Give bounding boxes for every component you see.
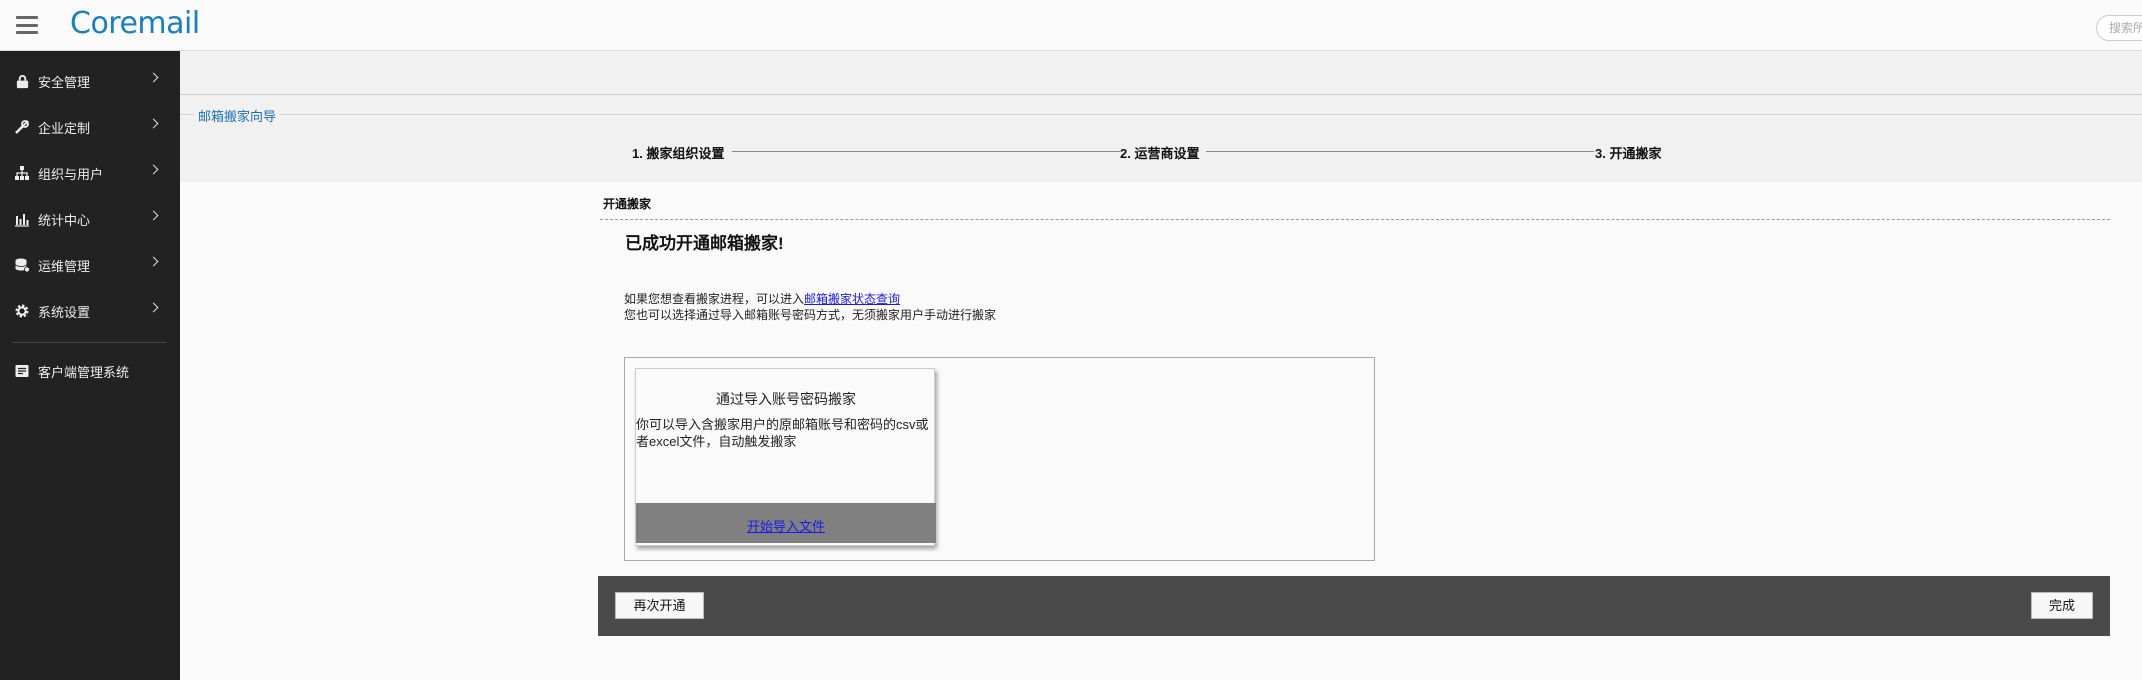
sidebar-item-label: 组织与用户 xyxy=(38,166,104,182)
sidebar-item-label: 客户端管理系统 xyxy=(38,364,130,380)
card-description: 你可以导入含搬家用户的原邮箱账号和密码的csv或者excel文件，自动触发搬家 xyxy=(636,417,929,449)
divider xyxy=(180,94,2142,95)
menu-icon[interactable] xyxy=(16,16,38,34)
chevron-right-icon xyxy=(148,210,159,221)
sidebar-item-system-settings[interactable]: 系统设置 xyxy=(0,291,180,331)
step-connector xyxy=(732,151,1120,152)
wizard-step-1: 1. 搬家组织设置 xyxy=(632,146,725,161)
chevron-right-icon xyxy=(148,302,159,313)
client-icon xyxy=(14,363,30,379)
database-icon xyxy=(14,257,30,273)
chevron-right-icon xyxy=(148,72,159,83)
sidebar-item-security[interactable]: 安全管理 xyxy=(0,61,180,101)
done-button[interactable]: 完成 xyxy=(2031,592,2093,619)
sidebar-item-customization[interactable]: 企业定制 xyxy=(0,107,180,147)
gear-icon xyxy=(14,303,30,319)
chevron-right-icon xyxy=(148,164,159,175)
dashed-divider xyxy=(600,219,2110,220)
success-message: 已成功开通邮箱搬家! xyxy=(625,234,784,253)
sidebar-item-label: 安全管理 xyxy=(38,74,91,90)
import-account-card: 通过导入账号密码搬家 你可以导入含搬家用户的原邮箱账号和密码的csv或者exce… xyxy=(635,368,936,546)
wizard-step-3: 3. 开通搬家 xyxy=(1595,146,1662,161)
info-line: 如果您想查看搬家进程，可以进入邮箱搬家状态查询 xyxy=(624,290,900,307)
action-bar: 再次开通 完成 xyxy=(598,576,2110,636)
chevron-right-icon xyxy=(148,256,159,267)
card-footer: 开始导入文件 xyxy=(636,503,936,543)
wizard-title: 邮箱搬家向导 xyxy=(194,106,281,125)
sidebar: 安全管理 企业定制 组织与用户 统计中心 运维管理 系统设置 客户端管理系统 xyxy=(0,51,180,680)
search-input[interactable]: 搜索所 xyxy=(2096,15,2142,41)
chevron-right-icon xyxy=(148,118,159,129)
step-connector xyxy=(1206,151,1594,152)
lock-icon xyxy=(14,73,30,89)
sidebar-item-label: 企业定制 xyxy=(38,120,91,136)
wizard-step-2: 2. 运营商设置 xyxy=(1120,146,1200,161)
card-title: 通过导入账号密码搬家 xyxy=(716,391,856,407)
org-chart-icon xyxy=(14,165,30,181)
sidebar-item-label: 统计中心 xyxy=(38,212,91,228)
sidebar-item-ops[interactable]: 运维管理 xyxy=(0,245,180,285)
info-line: 您也可以选择通过导入邮箱账号密码方式，无须搬家用户手动进行搬家 xyxy=(624,308,997,322)
app-logo: Coremail xyxy=(70,6,200,41)
info-text: 如果您想查看搬家进程，可以进入 xyxy=(624,292,805,306)
section-title: 开通搬家 xyxy=(603,197,652,211)
migration-options: 通过导入账号密码搬家 你可以导入含搬家用户的原邮箱账号和密码的csv或者exce… xyxy=(624,357,1375,561)
sidebar-item-client-management[interactable]: 客户端管理系统 xyxy=(0,351,180,391)
sidebar-item-org-users[interactable]: 组织与用户 xyxy=(0,153,180,193)
wizard-steps: 1. 搬家组织设置 2. 运营商设置 3. 开通搬家 xyxy=(180,143,2142,163)
top-header: Coremail 搜索所 xyxy=(0,0,2142,51)
main-content: 邮箱搬家向导 1. 搬家组织设置 2. 运营商设置 3. 开通搬家 开通搬家 已… xyxy=(180,51,2142,680)
start-import-link[interactable]: 开始导入文件 xyxy=(747,516,825,535)
enable-again-button[interactable]: 再次开通 xyxy=(615,592,704,619)
sidebar-divider xyxy=(12,342,166,343)
sidebar-item-label: 运维管理 xyxy=(38,258,91,274)
migration-status-link[interactable]: 邮箱搬家状态查询 xyxy=(804,292,900,306)
tools-icon xyxy=(14,119,30,135)
divider xyxy=(180,114,2142,115)
bar-chart-icon xyxy=(14,211,30,227)
sidebar-item-statistics[interactable]: 统计中心 xyxy=(0,199,180,239)
sidebar-item-label: 系统设置 xyxy=(38,304,91,320)
